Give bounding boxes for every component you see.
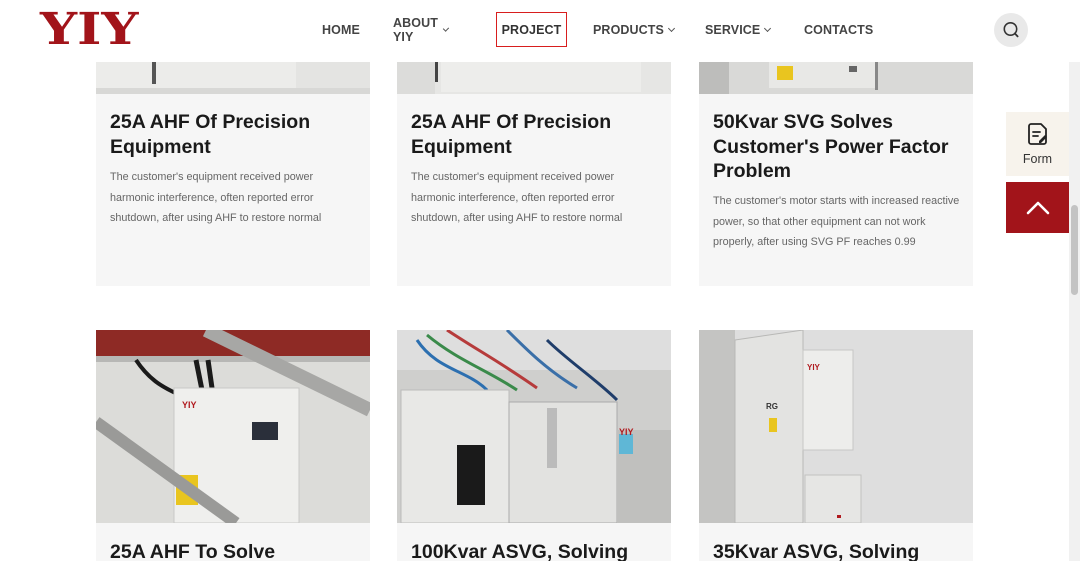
page-scrollbar[interactable] <box>1069 0 1080 561</box>
project-title[interactable]: 100Kvar ASVG, Solving <box>411 540 666 561</box>
project-card[interactable]: 25A AHF Of Precision Equipment The custo… <box>397 62 671 286</box>
form-label: Form <box>1022 152 1053 166</box>
project-description: The customer's equipment received power … <box>411 171 623 224</box>
site-header: YIY HOME ABOUT YIY PROJECT PRODUCTS SERV… <box>0 0 1080 62</box>
project-description: The customer's equipment received power … <box>110 171 322 224</box>
project-title[interactable]: 35Kvar ASVG, Solving <box>713 540 968 561</box>
project-image[interactable]: YIY RG <box>699 330 973 523</box>
search-icon <box>1003 22 1019 38</box>
nav-products-label: PRODUCTS <box>593 22 664 37</box>
form-widget[interactable]: Form <box>1006 112 1069 176</box>
project-image[interactable] <box>96 62 370 94</box>
project-card[interactable]: YIY 100Kvar ASVG, Solving <box>397 330 671 561</box>
nav-contacts[interactable]: CONTACTS <box>804 12 873 47</box>
project-image[interactable] <box>397 62 671 94</box>
nav-home-label: HOME <box>322 22 360 37</box>
project-description: The customer's motor starts with increas… <box>713 195 960 248</box>
nav-about[interactable]: ABOUT YIY <box>393 12 450 47</box>
chevron-up-icon <box>1026 201 1049 214</box>
project-title[interactable]: 25A AHF To Solve <box>110 540 365 561</box>
product-tag: RG <box>766 402 778 411</box>
project-image[interactable]: YIY <box>96 330 370 523</box>
chevron-down-icon <box>764 24 772 32</box>
product-logo: YIY <box>807 363 820 372</box>
nav-about-label: ABOUT YIY <box>393 15 438 44</box>
project-title[interactable]: 25A AHF Of Precision Equipment <box>411 110 666 159</box>
chevron-down-icon <box>443 24 450 32</box>
nav-service[interactable]: SERVICE <box>705 12 772 47</box>
back-to-top-button[interactable] <box>1006 182 1069 233</box>
project-title[interactable]: 50Kvar SVG Solves Customer's Power Facto… <box>713 110 968 184</box>
product-logo: YIY <box>619 427 634 437</box>
scrollbar-thumb[interactable] <box>1071 205 1078 295</box>
nav-products[interactable]: PRODUCTS <box>593 12 675 47</box>
form-document-icon <box>1027 123 1047 145</box>
nav-project[interactable]: PROJECT <box>496 12 567 47</box>
nav-home[interactable]: HOME <box>322 12 360 47</box>
project-card[interactable]: 50Kvar SVG Solves Customer's Power Facto… <box>699 62 973 286</box>
project-card[interactable]: 25A AHF Of Precision Equipment The custo… <box>96 62 370 286</box>
project-title[interactable]: 25A AHF Of Precision Equipment <box>110 110 365 159</box>
nav-contacts-label: CONTACTS <box>804 22 874 37</box>
yiy-logo[interactable]: YIY <box>40 8 138 52</box>
nav-project-label: PROJECT <box>501 22 562 37</box>
chevron-down-icon <box>667 24 675 32</box>
project-card[interactable]: YIY RG 35Kvar ASVG, Solving <box>699 330 973 561</box>
project-image[interactable]: YIY <box>397 330 671 523</box>
nav-service-label: SERVICE <box>705 22 761 37</box>
project-card[interactable]: YIY 25A AHF To Solve <box>96 330 370 561</box>
project-image[interactable] <box>699 62 973 94</box>
product-logo: YIY <box>182 400 197 410</box>
search-button[interactable] <box>994 13 1028 47</box>
